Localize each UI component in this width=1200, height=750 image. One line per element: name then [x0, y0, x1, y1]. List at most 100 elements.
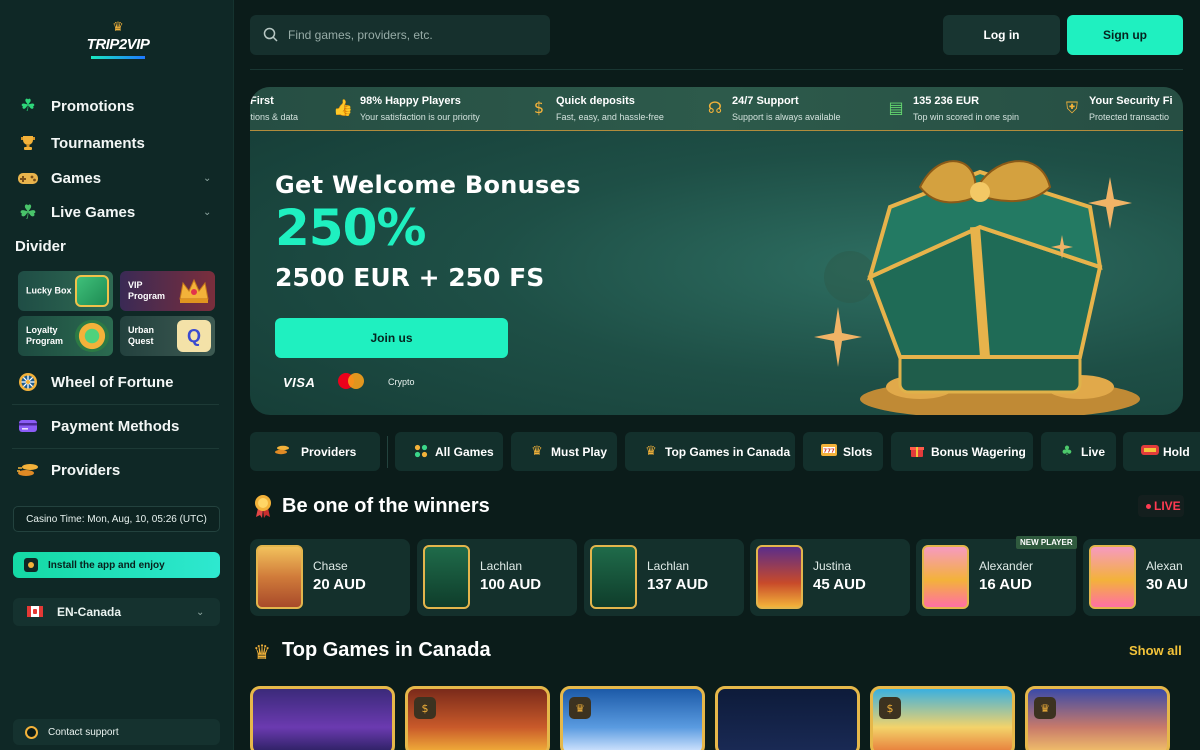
- app-root: ♛ TRIP2VIP ☘ Promotions Tournaments Game…: [0, 0, 1200, 750]
- sidebar-item-payment-methods[interactable]: Payment Methods: [0, 414, 234, 438]
- sidebar-item-providers[interactable]: Providers: [0, 458, 234, 482]
- contact-support-label: Contact support: [48, 726, 119, 738]
- cash-icon: ▤: [888, 98, 904, 117]
- chevron-down-icon[interactable]: ⌄: [203, 173, 211, 184]
- bonus-badge-icon: $: [879, 697, 901, 719]
- tile-lucky-box[interactable]: Lucky Box: [18, 271, 113, 311]
- feature-subtitle: ctions & data: [250, 112, 299, 122]
- live-badge: LIVE: [1138, 495, 1184, 517]
- winner-card[interactable]: Justina 45 AUD: [750, 539, 910, 616]
- category-bonus-wagering[interactable]: Bonus Wagering: [891, 432, 1033, 471]
- category-label: Hold: [1163, 444, 1190, 459]
- sidebar-item-label: Payment Methods: [51, 417, 180, 435]
- category-label: Top Games in Canada: [665, 444, 791, 459]
- tile-loyalty-program[interactable]: Loyalty Program: [18, 316, 113, 356]
- feature-subtitle: Top win scored in one spin: [913, 112, 1020, 122]
- category-all-games[interactable]: All Games: [395, 432, 503, 471]
- headset-icon: ☊: [707, 98, 723, 117]
- winner-amount: 45 AUD: [813, 576, 866, 593]
- gift-icon: [909, 444, 925, 460]
- sidebar-item-wheel-of-fortune[interactable]: Wheel of Fortune: [0, 370, 234, 394]
- sidebar-separator: [12, 448, 219, 449]
- banner-amount: 2500 EUR + 250 FS: [275, 263, 545, 292]
- sidebar-item-promotions[interactable]: ☘ Promotions: [0, 94, 234, 118]
- sidebar-item-live-games[interactable]: ☘ Live Games ⌄: [0, 200, 234, 224]
- game-thumbnail: [1089, 545, 1136, 609]
- join-us-button[interactable]: Join us: [275, 318, 508, 358]
- shield-check-icon: ⛨: [1065, 98, 1078, 117]
- game-card[interactable]: [250, 686, 395, 750]
- card-icon: [17, 415, 39, 437]
- crown-icon: ♛: [253, 640, 271, 664]
- live-dot-icon: [1146, 504, 1151, 509]
- search-input[interactable]: [288, 15, 538, 55]
- game-card[interactable]: $: [870, 686, 1015, 750]
- winner-amount: 16 AUD: [979, 576, 1032, 593]
- winner-card[interactable]: Chase 20 AUD: [250, 539, 410, 616]
- category-separator: [387, 436, 388, 468]
- winner-amount: 100 AUD: [480, 576, 542, 593]
- game-thumbnail: [256, 545, 303, 609]
- logo-crown-icon: ♛: [112, 20, 124, 35]
- sidebar-separator: [12, 404, 219, 405]
- tile-urban-quest[interactable]: Urban Quest Q: [120, 316, 215, 356]
- category-top-games-canada[interactable]: ♛ Top Games in Canada: [625, 432, 795, 471]
- language-selector[interactable]: EN-Canada ⌄: [13, 598, 220, 626]
- category-label: Live: [1081, 444, 1106, 459]
- language-label: EN-Canada: [57, 605, 122, 619]
- winner-name: Alexander: [979, 559, 1034, 573]
- show-all-link[interactable]: Show all: [1129, 643, 1182, 658]
- header-divider: [250, 69, 1183, 70]
- sidebar-item-label: Promotions: [51, 97, 135, 115]
- category-must-play[interactable]: ♛ Must Play: [511, 432, 617, 471]
- loyalty-coin-icon: [75, 320, 109, 352]
- search-bar[interactable]: [250, 15, 550, 55]
- trophy-badge-icon: ♛: [1034, 697, 1056, 719]
- crypto-label: Crypto: [388, 377, 415, 387]
- feature-title: 98% Happy Players: [360, 95, 461, 107]
- visa-logo: VISA: [283, 375, 316, 390]
- sidebar-item-games[interactable]: Games ⌄: [0, 166, 234, 190]
- signup-button[interactable]: Sign up: [1067, 15, 1183, 55]
- winner-name: Lachlan: [647, 559, 690, 573]
- feature-title: First: [250, 95, 274, 107]
- bonus-badge-icon: $: [414, 697, 436, 719]
- login-button[interactable]: Log in: [943, 15, 1060, 55]
- slot-777-icon: 777: [821, 444, 837, 460]
- category-label: All Games: [435, 444, 494, 459]
- winner-name: Alexan: [1146, 559, 1183, 573]
- logo-underline: [91, 56, 145, 59]
- feature-subtitle: Protected transactio: [1089, 112, 1170, 122]
- category-providers[interactable]: Providers: [250, 432, 380, 471]
- install-app-button[interactable]: Install the app and enjoy: [13, 552, 220, 578]
- game-card[interactable]: [715, 686, 860, 750]
- winner-card[interactable]: Alexander 16 AUD: [916, 539, 1076, 616]
- wheel-icon: [17, 371, 39, 393]
- winner-card[interactable]: Lachlan 137 AUD: [584, 539, 744, 616]
- game-thumbnail: [423, 545, 470, 609]
- svg-text:777: 777: [823, 448, 835, 454]
- tile-label: Lucky Box: [26, 285, 72, 296]
- winner-card[interactable]: Alexan 30 AU: [1083, 539, 1200, 616]
- site-logo[interactable]: ♛ TRIP2VIP: [80, 20, 156, 70]
- category-hold[interactable]: Hold: [1123, 432, 1200, 471]
- category-label: Bonus Wagering: [931, 444, 1026, 459]
- winner-card[interactable]: Lachlan 100 AUD: [417, 539, 577, 616]
- category-live[interactable]: ♣ Live: [1041, 432, 1116, 471]
- category-slots[interactable]: 777 Slots: [803, 432, 883, 471]
- winner-amount: 137 AUD: [647, 576, 709, 593]
- game-thumbnail: [590, 545, 637, 609]
- tile-vip-program[interactable]: VIP Program: [120, 271, 215, 311]
- winners-section-title: Be one of the winners: [282, 495, 490, 517]
- gift-chest-illustration: [814, 160, 1140, 415]
- clover-icon: ☘: [20, 96, 36, 116]
- winner-amount: 20 AUD: [313, 576, 366, 593]
- game-card[interactable]: $: [405, 686, 550, 750]
- game-card[interactable]: ♛: [1025, 686, 1170, 750]
- chevron-down-icon[interactable]: ⌄: [203, 207, 211, 218]
- contact-support-button[interactable]: Contact support: [13, 719, 220, 745]
- winner-amount: 30 AU: [1146, 576, 1188, 593]
- game-thumbnail: [922, 545, 969, 609]
- sidebar-item-tournaments[interactable]: Tournaments: [0, 131, 234, 155]
- game-card[interactable]: ♛: [560, 686, 705, 750]
